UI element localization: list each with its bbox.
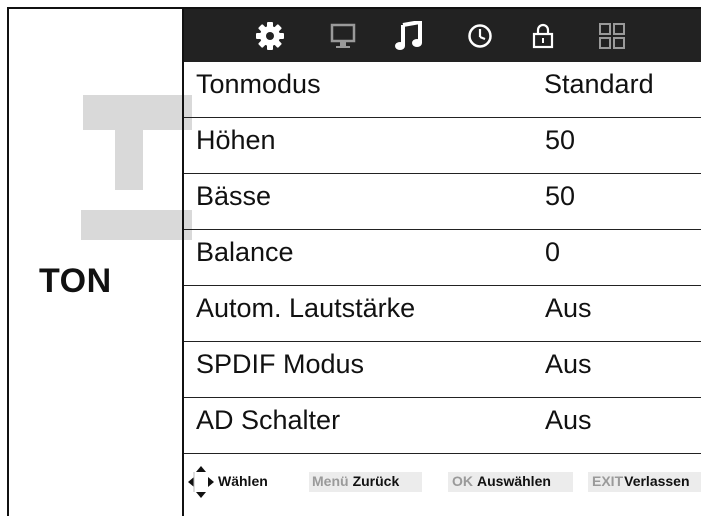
- hint-exit-label: Verlassen: [624, 473, 690, 489]
- menu-item-hoehen[interactable]: Höhen 50: [184, 118, 701, 174]
- menu-item-ad-schalter[interactable]: AD Schalter Aus: [184, 398, 701, 454]
- page-title: TON: [39, 262, 112, 300]
- logo-watermark: [71, 95, 192, 240]
- menu-item-label: Bässe: [196, 181, 272, 211]
- hint-back: Menü Zurück: [312, 470, 399, 492]
- menu-item-value: 50: [545, 181, 576, 211]
- gear-icon[interactable]: [254, 9, 286, 62]
- left-panel: TON: [9, 9, 192, 516]
- menu-item-label: SPDIF Modus: [196, 349, 365, 379]
- menu-item-value: Aus: [545, 349, 592, 379]
- menu-item-value: Standard: [544, 69, 654, 99]
- menu-item-label: AD Schalter: [196, 405, 341, 435]
- hint-select-label: Wählen: [218, 473, 268, 489]
- sound-settings-menu: Tonmodus Standard Höhen 50 Bässe 50 Bala…: [184, 62, 701, 454]
- key-hint-bar: Wählen Menü Zurück OK Auswählen EXIT Ver…: [184, 460, 701, 516]
- clock-icon[interactable]: [466, 9, 494, 62]
- menu-item-value: 50: [545, 125, 576, 155]
- monitor-icon[interactable]: [327, 9, 359, 62]
- category-icon-bar: [184, 9, 701, 62]
- menu-item-autom-lautstaerke[interactable]: Autom. Lautstärke Aus: [184, 286, 701, 342]
- menu-item-label: Balance: [196, 237, 294, 267]
- menu-item-label: Tonmodus: [196, 69, 321, 99]
- hint-back-label: Zurück: [352, 473, 400, 489]
- hint-ok: OK Auswählen: [452, 470, 551, 492]
- music-note-icon[interactable]: [393, 9, 425, 62]
- dpad-icon: [186, 464, 216, 500]
- menu-item-value: Aus: [545, 293, 592, 323]
- menu-item-tonmodus[interactable]: Tonmodus Standard: [184, 62, 701, 118]
- menu-item-value: 0: [545, 237, 561, 267]
- menu-item-label: Autom. Lautstärke: [196, 293, 416, 323]
- apps-grid-icon[interactable]: [597, 9, 627, 62]
- menu-item-label: Höhen: [196, 125, 276, 155]
- menu-item-spdif-modus[interactable]: SPDIF Modus Aus: [184, 342, 701, 398]
- menu-item-balance[interactable]: Balance 0: [184, 230, 701, 286]
- hint-ok-label: Auswählen: [477, 473, 551, 489]
- menu-item-baesse[interactable]: Bässe 50: [184, 174, 701, 230]
- hint-exit-key: EXIT: [592, 473, 624, 489]
- hint-exit: EXIT Verlassen: [592, 470, 690, 492]
- hint-select: Wählen: [218, 470, 268, 492]
- hint-back-key: Menü: [312, 473, 349, 489]
- hint-ok-key: OK: [452, 473, 473, 489]
- menu-item-value: Aus: [545, 405, 592, 435]
- lock-icon[interactable]: [530, 9, 556, 62]
